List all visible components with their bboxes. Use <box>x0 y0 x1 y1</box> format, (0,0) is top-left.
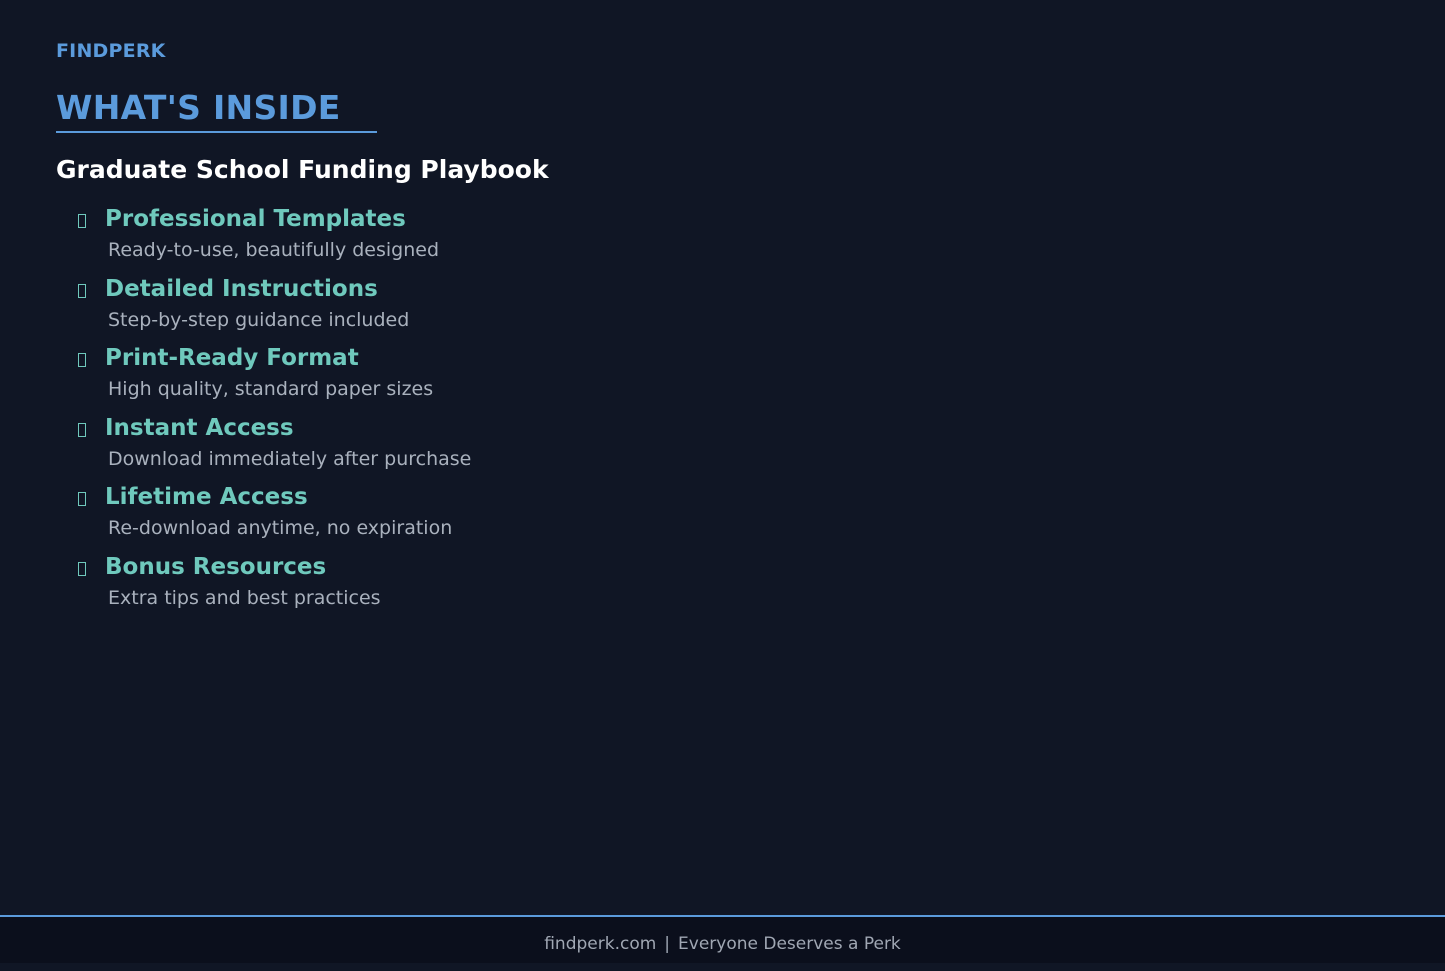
product-title: Graduate School Funding Playbook <box>56 155 549 184</box>
footer-separator: | <box>664 934 671 954</box>
feature-title: Lifetime Access <box>105 484 308 511</box>
feature-title: Bonus Resources <box>105 553 327 580</box>
feature-description: Step-by-step guidance included <box>108 308 410 331</box>
checkbox-icon <box>78 283 86 298</box>
page-heading: WHAT'S INSIDE <box>56 88 341 127</box>
checkbox-icon <box>78 492 86 507</box>
feature-title: Professional Templates <box>105 206 406 232</box>
feature-description: Re-download anytime, no expiration <box>108 517 453 540</box>
feature-title: Instant Access <box>105 414 294 441</box>
footer-tagline: Everyone Deserves a Perk <box>678 934 901 954</box>
footer: findperk.com | Everyone Deserves a Perk <box>0 915 1445 963</box>
feature-description: Ready-to-use, beautifully designed <box>108 239 440 261</box>
feature-title: Print-Ready Format <box>105 345 359 372</box>
feature-title: Detailed Instructions <box>105 275 378 302</box>
footer-site-link[interactable]: findperk.com <box>544 934 656 954</box>
checkbox-icon <box>78 214 86 228</box>
heading-underline <box>56 131 377 133</box>
checkbox-icon <box>78 561 86 576</box>
feature-description: Download immediately after purchase <box>108 447 472 470</box>
checkbox-icon <box>78 422 86 437</box>
brand-label: FINDPERK <box>56 40 166 62</box>
checkbox-icon <box>78 353 86 368</box>
feature-description: Extra tips and best practices <box>108 586 381 609</box>
feature-description: High quality, standard paper sizes <box>108 378 434 401</box>
